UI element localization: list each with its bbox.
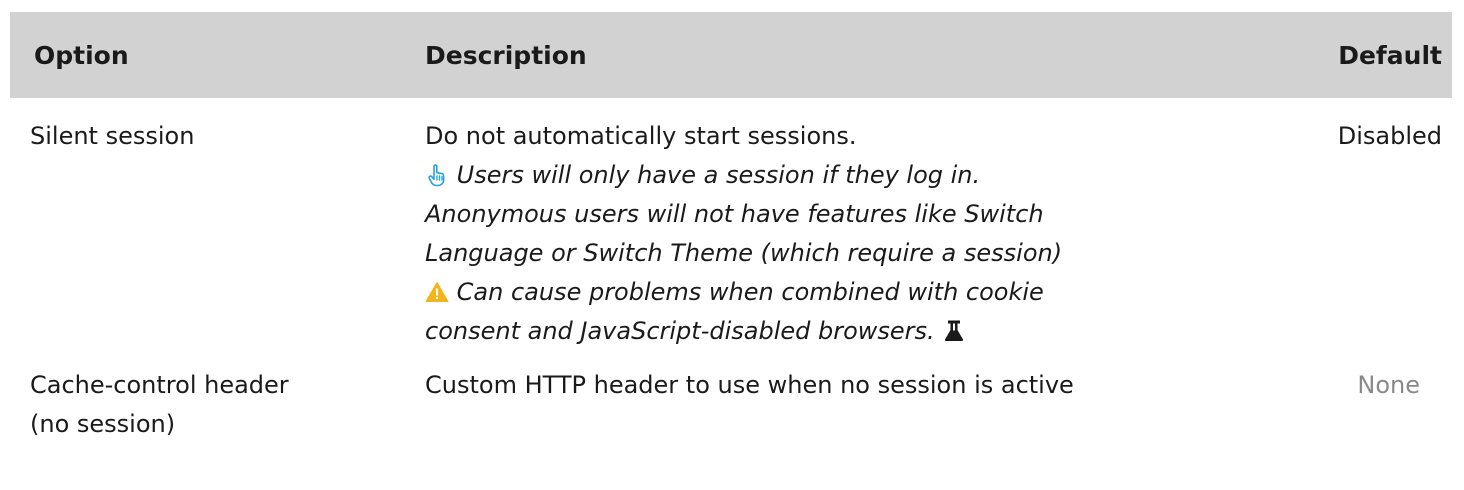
header-default: Default — [1338, 40, 1442, 70]
flask-icon — [942, 317, 966, 345]
info-note-line: Anonymous users will not have features l… — [425, 200, 1044, 228]
warning-note: Can cause problems when combined with co… — [425, 273, 1285, 351]
table-row: Silent session Do not automatically star… — [10, 98, 1452, 363]
option-name-line: Cache-control header — [30, 371, 289, 399]
option-default: Disabled — [1337, 122, 1442, 150]
option-description: Do not automatically start sessions. Use… — [403, 117, 1285, 351]
header-description: Description — [425, 40, 587, 70]
info-note: Users will only have a session if they l… — [425, 156, 1285, 273]
warning-note-line: consent and JavaScript-disabled browsers… — [425, 317, 935, 345]
info-note-line: Users will only have a session if they l… — [456, 161, 981, 189]
option-name: Cache-control header (no session) — [10, 366, 403, 444]
header-option: Option — [34, 40, 129, 70]
options-table: Option Description Default Silent sessio… — [10, 12, 1452, 444]
warning-icon — [425, 278, 457, 306]
option-description: Custom HTTP header to use when no sessio… — [425, 371, 1074, 399]
info-note-line: Language or Switch Theme (which require … — [425, 239, 1063, 267]
description-text: Do not automatically start sessions. — [425, 122, 857, 150]
hand-pointer-icon — [425, 161, 457, 189]
table-header: Option Description Default — [10, 12, 1452, 98]
warning-note-line: Can cause problems when combined with co… — [456, 278, 1044, 306]
table-row: Cache-control header (no session) Custom… — [10, 363, 1452, 444]
option-name: Silent session — [30, 122, 195, 150]
option-default: None — [1357, 371, 1420, 399]
option-name-line: (no session) — [30, 410, 176, 438]
